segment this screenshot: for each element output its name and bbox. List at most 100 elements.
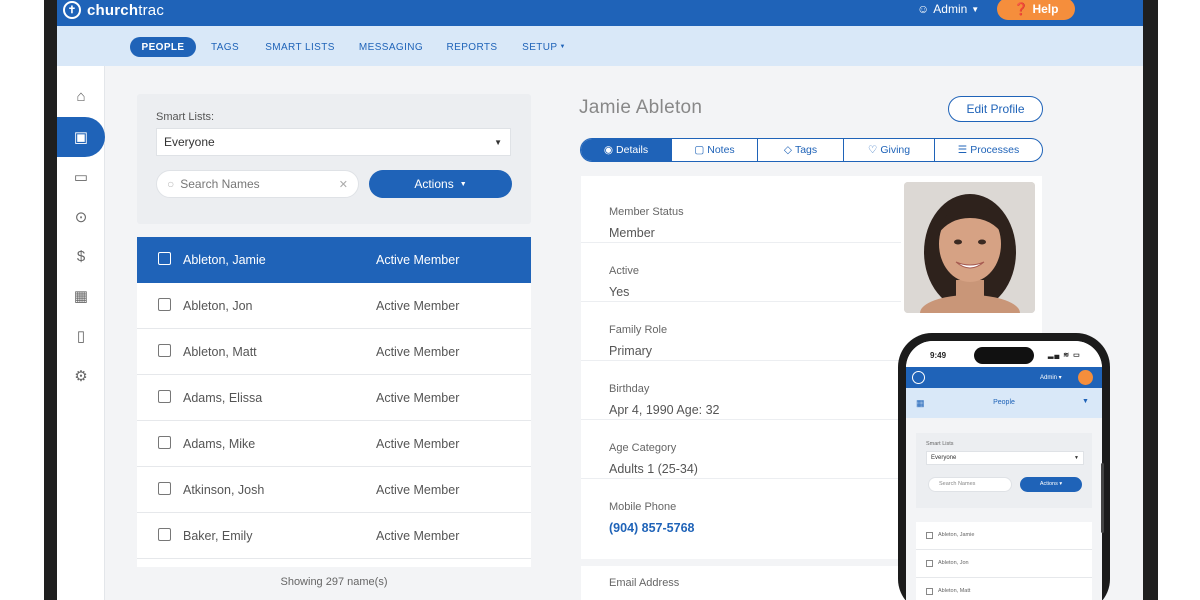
phone-link[interactable]: (904) 857-5768	[609, 521, 694, 535]
person-name: Ableton, Matt	[183, 345, 257, 359]
person-name: Adams, Elissa	[183, 391, 263, 405]
main-nav: PEOPLE TAGS SMART LISTS MESSAGING REPORT…	[57, 26, 1143, 66]
phone-nav-title[interactable]: People	[906, 399, 1102, 406]
field-value: Apr 4, 1990 Age: 32	[609, 403, 720, 417]
profile-photo-illustration	[904, 182, 1035, 313]
logo-prefix: church	[87, 1, 139, 19]
smart-list-select[interactable]: Everyone ▼	[156, 128, 511, 156]
rail-mobile[interactable]: ▯	[57, 316, 105, 356]
row-checkbox[interactable]	[926, 588, 933, 595]
edit-profile-button[interactable]: Edit Profile	[948, 96, 1043, 122]
list-item[interactable]: Baker, Emily Active Member	[137, 513, 531, 559]
caret-down-icon: ▼	[494, 138, 502, 147]
field-label: Member Status	[609, 206, 684, 218]
tab-setup[interactable]: SETUP ▼	[521, 37, 567, 57]
logo-text: churchtrac	[87, 2, 164, 19]
list-item[interactable]: Ableton, Jon	[916, 550, 1092, 578]
tab-tags[interactable]: TAGS	[207, 37, 243, 57]
row-checkbox[interactable]	[158, 436, 171, 449]
list-item[interactable]: Adams, Mike Active Member	[137, 421, 531, 467]
tab-notes[interactable]: ▢ Notes	[672, 139, 758, 161]
admin-label: Admin	[933, 2, 968, 16]
user-icon: ☺	[917, 2, 930, 16]
giving-icon: $	[76, 247, 86, 265]
church-logo-icon[interactable]	[912, 371, 925, 384]
help-label: Help	[1032, 2, 1059, 16]
clear-icon[interactable]: ✕	[339, 178, 348, 191]
row-checkbox[interactable]	[926, 532, 933, 539]
help-button[interactable]: ❓ Help	[997, 0, 1075, 20]
tab-reports[interactable]: REPORTS	[446, 37, 498, 57]
tab-label: Processes	[970, 144, 1020, 156]
giving-icon: ♡	[867, 144, 878, 156]
field-label: Active	[609, 265, 639, 277]
admin-label: Admin	[1040, 375, 1058, 381]
smart-lists-label: Smart Lists	[926, 441, 954, 447]
tab-smart-lists[interactable]: SMART LISTS	[264, 37, 336, 57]
chevron-up-circle-icon: ⊙	[74, 209, 88, 226]
field-value: Adults 1 (25-34)	[609, 462, 698, 476]
tab-label: Details	[616, 144, 649, 156]
filter-panel: Smart Lists: Everyone ▼ ○ Search Names ✕…	[137, 94, 531, 224]
row-checkbox[interactable]	[158, 482, 171, 495]
phone-screen: 9:49 ▂▄ ≋ ▭ Admin ▾ ▦ People ▼ Smart Lis…	[906, 341, 1102, 600]
tab-details[interactable]: ◉ Details	[581, 139, 672, 161]
field-label: Family Role	[609, 324, 668, 336]
tab-label: MESSAGING	[358, 41, 424, 53]
row-checkbox[interactable]	[158, 390, 171, 403]
home-icon: ⌂	[76, 87, 86, 105]
list-item[interactable]: Ableton, Matt Active Member	[137, 329, 531, 375]
search-input[interactable]: ○ Search Names ✕	[156, 170, 359, 198]
tab-giving[interactable]: ♡ Giving	[844, 139, 935, 161]
profile-name: Jamie Ableton	[579, 97, 703, 118]
list-item[interactable]: Ableton, Jon Active Member	[137, 283, 531, 329]
rail-checkin[interactable]: ▦	[57, 276, 105, 316]
search-icon: ○	[167, 177, 175, 191]
rail-giving[interactable]: $	[57, 236, 105, 276]
list-item[interactable]: Ableton, Jamie Active Member	[137, 237, 531, 283]
phone-search-input[interactable]: Search Names	[928, 477, 1012, 492]
list-icon: ☰	[957, 144, 968, 156]
phone-smart-list-select[interactable]: Everyone ▼	[926, 451, 1084, 465]
person-name: Ableton, Matt	[938, 588, 971, 594]
phone-side-button	[1101, 463, 1104, 533]
tab-label: Giving	[880, 144, 911, 156]
chevron-down-icon[interactable]: ▼	[1082, 398, 1089, 405]
app-logo[interactable]: ✝ churchtrac	[63, 0, 164, 20]
tab-processes[interactable]: ☰ Processes	[935, 139, 1042, 161]
list-item[interactable]: Atkinson, Josh Active Member	[137, 467, 531, 513]
person-name: Ableton, Jon	[183, 299, 253, 313]
result-count: Showing 297 name(s)	[280, 576, 388, 588]
tab-people[interactable]: PEOPLE	[130, 37, 196, 57]
member-status: Active Member	[376, 391, 460, 405]
admin-menu[interactable]: ☺ Admin ▼	[917, 2, 979, 16]
tab-messaging[interactable]: MESSAGING	[357, 37, 425, 57]
tab-tags[interactable]: ◇ Tags	[758, 139, 844, 161]
field-value: Primary	[609, 344, 653, 358]
list-item[interactable]: Ableton, Jamie	[916, 522, 1092, 550]
phone-admin-menu[interactable]: Admin ▾	[1040, 374, 1062, 381]
member-status: Active Member	[376, 345, 460, 359]
row-checkbox[interactable]	[158, 252, 171, 265]
row-checkbox[interactable]	[926, 560, 933, 567]
phone-device-frame: 9:49 ▂▄ ≋ ▭ Admin ▾ ▦ People ▼ Smart Lis…	[898, 333, 1110, 600]
row-checkbox[interactable]	[158, 298, 171, 311]
rail-calendar[interactable]: ▭	[57, 157, 105, 197]
rail-home[interactable]: ⌂	[57, 76, 105, 116]
row-checkbox[interactable]	[158, 528, 171, 541]
field-value: Yes	[609, 285, 630, 299]
row-checkbox[interactable]	[158, 344, 171, 357]
people-card-icon: ▣	[73, 129, 89, 146]
list-item[interactable]: Adams, Elissa Active Member	[137, 375, 531, 421]
rail-groups[interactable]: ⊙	[57, 197, 105, 237]
rail-people[interactable]: ▣	[57, 117, 105, 157]
phone-status-bar: 9:49 ▂▄ ≋ ▭	[906, 341, 1102, 367]
field-member-status: Member Status Member	[581, 184, 901, 243]
phone-help-button[interactable]	[1078, 370, 1093, 385]
list-item[interactable]: Ableton, Matt	[916, 578, 1092, 600]
top-bar: ✝ churchtrac ☺ Admin ▼ ❓ Help	[57, 0, 1143, 26]
field-age-category: Age Category Adults 1 (25-34)	[581, 420, 901, 479]
actions-button[interactable]: Actions ▼	[369, 170, 512, 198]
phone-actions-button[interactable]: Actions ▾	[1020, 477, 1082, 492]
rail-settings[interactable]: ⚙	[57, 356, 105, 396]
